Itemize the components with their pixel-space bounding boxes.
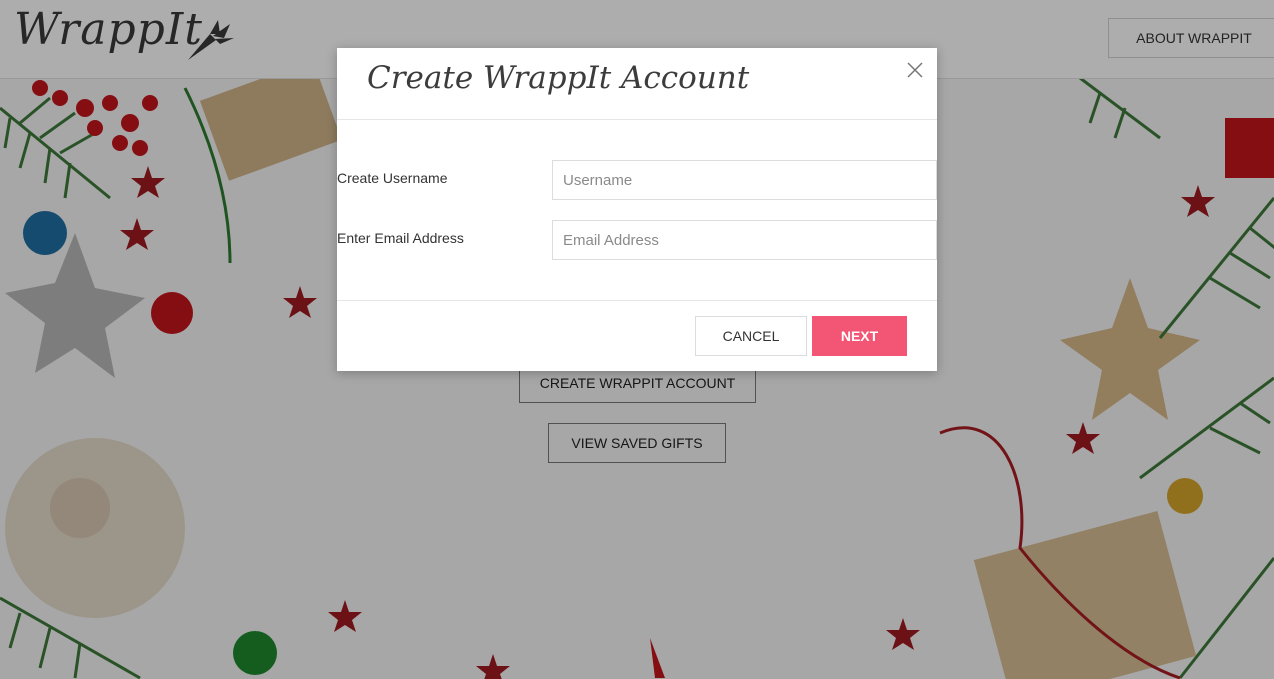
page: WrappIt ABOUT WRAPPIT CREATE WRAPPIT ACC…	[0, 0, 1274, 679]
email-label: Enter Email Address	[337, 230, 464, 246]
modal-title: Create WrappIt Account	[367, 60, 750, 96]
username-label: Create Username	[337, 170, 448, 186]
create-account-modal: Create WrappIt Account Create Username E…	[337, 48, 937, 371]
close-icon[interactable]	[905, 60, 925, 80]
footer-divider	[337, 300, 937, 301]
next-button[interactable]: NEXT	[812, 316, 907, 356]
email-input[interactable]	[552, 220, 937, 260]
username-input[interactable]	[552, 160, 937, 200]
header-divider	[337, 119, 937, 120]
cancel-button[interactable]: CANCEL	[695, 316, 807, 356]
